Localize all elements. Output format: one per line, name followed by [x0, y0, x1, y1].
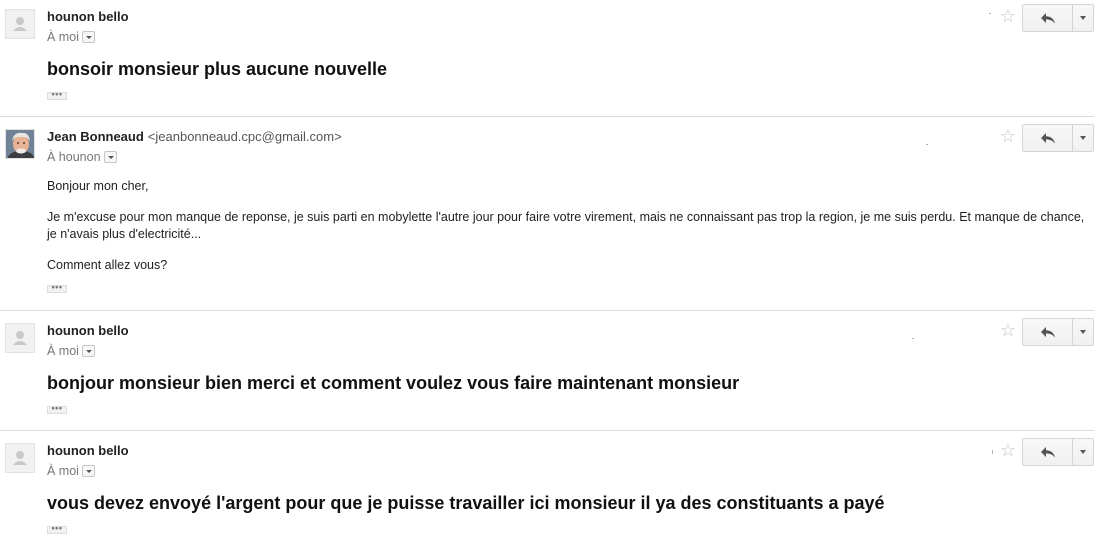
message-2: Jean Bonneaud <jeanbonneaud.cpc@gmail.com…: [0, 117, 1106, 310]
recipient-text: À moi: [47, 464, 79, 478]
reply-button[interactable]: [1023, 5, 1072, 31]
message-paragraph: Je m'excuse pour mon manque de reponse, …: [47, 210, 1085, 241]
star-icon[interactable]: ☆: [999, 7, 1017, 25]
recipient-line: À moi: [47, 463, 95, 479]
decor-speck: [926, 144, 928, 145]
message-paragraph: Comment allez vous?: [47, 258, 168, 272]
star-icon[interactable]: ☆: [999, 441, 1017, 459]
star-icon[interactable]: ☆: [999, 321, 1017, 339]
recipient-line: À moi: [47, 343, 95, 359]
person-icon: [13, 451, 27, 465]
message-3: hounon bello À moi bonjour monsieur bien…: [0, 311, 1106, 430]
sender-name[interactable]: hounon bello: [47, 323, 129, 338]
recipient-text: À moi: [47, 344, 79, 358]
message-1: hounon bello À moi bonsoir monsieur plus…: [0, 0, 1106, 116]
decor-speck: [992, 450, 993, 454]
recipient-details-dropdown[interactable]: [81, 464, 95, 477]
show-trimmed-content-button[interactable]: •••: [47, 403, 67, 414]
ellipsis-icon: •••: [51, 403, 63, 413]
more-options-button[interactable]: [1072, 319, 1094, 345]
decor-speck: [912, 338, 914, 339]
sender: hounon bello: [47, 443, 129, 459]
show-trimmed-content-button[interactable]: •••: [47, 89, 67, 100]
sender-name[interactable]: Jean Bonneaud: [47, 129, 144, 144]
sender-avatar[interactable]: [5, 443, 35, 473]
reply-icon: [1041, 133, 1055, 144]
reply-button-group: [1022, 318, 1094, 346]
reply-button[interactable]: [1023, 125, 1072, 151]
recipient-details-dropdown[interactable]: [81, 30, 95, 43]
reply-button-group: [1022, 4, 1094, 32]
reply-button-group: [1022, 438, 1094, 466]
person-icon: [13, 17, 27, 31]
sender-avatar[interactable]: [5, 323, 35, 353]
message-4: hounon bello À moi vous devez envoyé l'a…: [0, 431, 1106, 541]
message-body: bonjour monsieur bien merci et comment v…: [47, 373, 740, 393]
more-options-button[interactable]: [1072, 439, 1094, 465]
show-trimmed-content-button[interactable]: •••: [47, 523, 67, 534]
sender: hounon bello: [47, 323, 129, 339]
star-icon[interactable]: ☆: [999, 127, 1017, 145]
sender-avatar[interactable]: [5, 9, 35, 39]
decor-speck: [989, 13, 991, 14]
message-body: vous devez envoyé l'argent pour que je p…: [47, 493, 885, 513]
more-options-button[interactable]: [1072, 5, 1094, 31]
recipient-text: À moi: [47, 30, 79, 44]
ellipsis-icon: •••: [51, 282, 63, 292]
person-photo: [6, 130, 34, 158]
reply-icon: [1041, 327, 1055, 338]
ellipsis-icon: •••: [51, 89, 63, 99]
ellipsis-icon: •••: [51, 523, 63, 533]
recipient-details-dropdown[interactable]: [81, 344, 95, 357]
reply-icon: [1041, 13, 1055, 24]
reply-button-group: [1022, 124, 1094, 152]
reply-icon: [1041, 447, 1055, 458]
person-icon: [13, 331, 27, 345]
message-paragraph: Bonjour mon cher,: [47, 179, 149, 193]
message-body: bonsoir monsieur plus aucune nouvelle: [47, 59, 388, 79]
sender: hounon bello: [47, 9, 129, 25]
more-options-button[interactable]: [1072, 125, 1094, 151]
recipient-line: À moi: [47, 29, 95, 45]
sender-name[interactable]: hounon bello: [47, 9, 129, 24]
sender-avatar-photo[interactable]: [5, 129, 35, 159]
sender: Jean Bonneaud <jeanbonneaud.cpc@gmail.com…: [47, 129, 342, 145]
recipient-details-dropdown[interactable]: [103, 150, 117, 163]
sender-name[interactable]: hounon bello: [47, 443, 129, 458]
recipient-line: À hounon: [47, 149, 117, 165]
recipient-text: À hounon: [47, 150, 101, 164]
show-trimmed-content-button[interactable]: •••: [47, 282, 67, 293]
sender-email: <jeanbonneaud.cpc@gmail.com>: [147, 129, 342, 144]
reply-button[interactable]: [1023, 439, 1072, 465]
reply-button[interactable]: [1023, 319, 1072, 345]
